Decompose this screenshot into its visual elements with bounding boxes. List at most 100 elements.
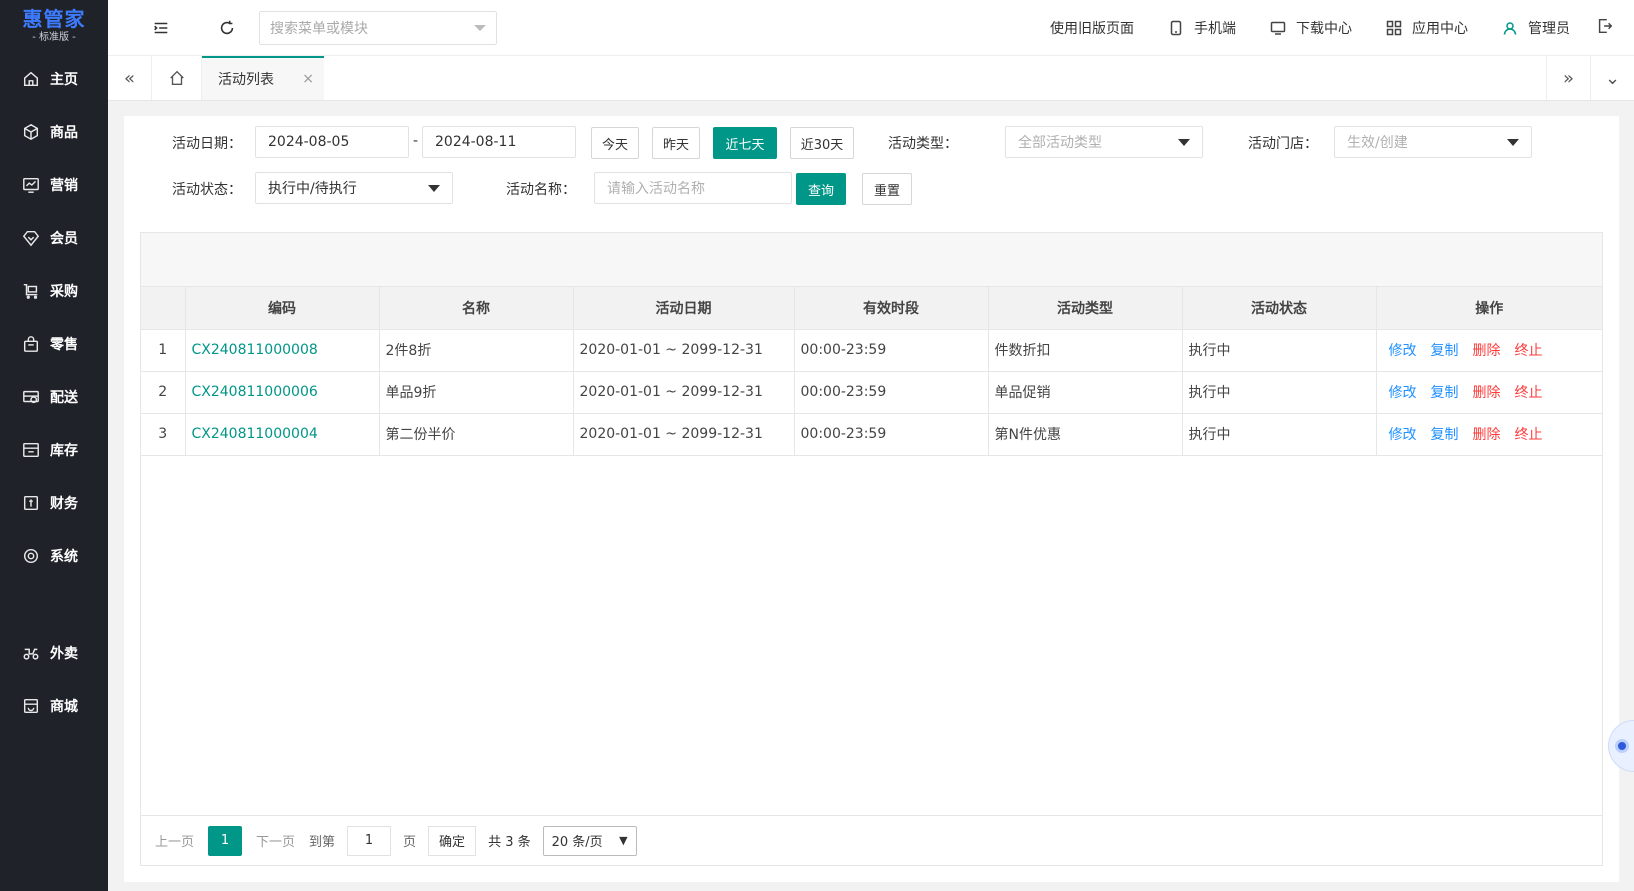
scooter-icon	[22, 644, 40, 662]
goto-confirm-button[interactable]: 确定	[428, 825, 477, 856]
header-actions: 使用旧版页面 手机端 下载中心 应用中心 管理员	[1050, 0, 1634, 56]
table-row: 1 CX240811000008 2件8折 2020-01-01 ~ 2099-…	[141, 329, 1602, 372]
reset-button[interactable]: 重置	[862, 173, 912, 205]
activity-date: 2020-01-01 ~ 2099-12-31	[573, 371, 795, 414]
today-button[interactable]: 今天	[591, 127, 639, 159]
activity-date: 2020-01-01 ~ 2099-12-31	[573, 413, 795, 456]
activity-type: 第N件优惠	[988, 413, 1183, 456]
download-center-link[interactable]: 下载中心	[1270, 18, 1352, 38]
current-page-button[interactable]: 1	[208, 825, 243, 856]
sidebar-item-marketing[interactable]: 营销	[0, 158, 108, 211]
activity-type-label: 活动类型：	[888, 136, 958, 152]
activity-code-link[interactable]: CX240811000004	[185, 413, 380, 456]
truck-icon	[22, 388, 40, 406]
activity-store-select[interactable]: 生效/创建	[1334, 126, 1532, 158]
terminate-button[interactable]: 终止	[1515, 343, 1543, 359]
column-header-period[interactable]: 有效时段	[794, 287, 989, 330]
sidebar-item-products[interactable]: 商品	[0, 105, 108, 158]
column-header-actions: 操作	[1376, 287, 1602, 330]
activity-status-select[interactable]: 执行中/待执行	[255, 172, 453, 204]
prev-page-button[interactable]: 上一页	[155, 831, 194, 850]
sidebar-item-system[interactable]: 系统	[0, 529, 108, 582]
menu-toggle-button[interactable]	[139, 0, 183, 56]
activity-status: 执行中	[1182, 371, 1377, 414]
goto-page-input[interactable]: 1	[347, 825, 392, 856]
delete-button[interactable]: 删除	[1473, 385, 1501, 401]
activity-name: 第二份半价	[379, 413, 574, 456]
query-button[interactable]: 查询	[796, 173, 846, 205]
chart-icon	[22, 176, 40, 194]
edit-button[interactable]: 修改	[1389, 343, 1417, 359]
sidebar-item-inventory[interactable]: 库存	[0, 423, 108, 476]
old-version-link[interactable]: 使用旧版页面	[1050, 18, 1134, 38]
activity-name-input[interactable]: 请输入活动名称	[594, 172, 792, 204]
sidebar-item-takeaway[interactable]: 外卖	[0, 626, 108, 679]
tabs-scroll-left-button[interactable]: «	[108, 56, 152, 100]
tab-activity-list[interactable]: 活动列表 ×	[202, 56, 324, 100]
edit-button[interactable]: 修改	[1389, 427, 1417, 443]
row-actions: 修改 复制 删除 终止	[1376, 329, 1602, 372]
sidebar-item-retail[interactable]: 零售	[0, 317, 108, 370]
activity-type-select[interactable]: 全部活动类型	[1005, 126, 1203, 158]
menu-search-select[interactable]: 搜索菜单或模块	[259, 10, 497, 45]
tabs-more-button[interactable]: ⌄	[1590, 56, 1634, 100]
tab-home[interactable]	[152, 56, 202, 100]
sidebar-item-label: 主页	[50, 71, 78, 88]
column-header-name[interactable]: 名称	[379, 287, 574, 330]
row-index: 1	[141, 329, 186, 372]
settings-icon	[22, 547, 40, 565]
column-header-status[interactable]: 活动状态	[1182, 287, 1377, 330]
chevron-down-icon	[1507, 138, 1519, 146]
goto-label: 到第	[309, 835, 336, 850]
app-center-link[interactable]: 应用中心	[1386, 18, 1468, 38]
terminate-button[interactable]: 终止	[1515, 385, 1543, 401]
user-avatar-icon	[1503, 21, 1517, 35]
activity-code-link[interactable]: CX240811000006	[185, 371, 380, 414]
delete-button[interactable]: 删除	[1473, 427, 1501, 443]
user-menu[interactable]: 管理员	[1502, 18, 1570, 38]
last-7-days-button[interactable]: 近七天	[713, 127, 777, 159]
menu-search-placeholder: 搜索菜单或模块	[270, 20, 368, 37]
copy-button[interactable]: 复制	[1431, 385, 1459, 401]
refresh-icon	[220, 20, 234, 34]
activity-period: 00:00-23:59	[794, 413, 989, 456]
finance-icon	[22, 494, 40, 512]
copy-button[interactable]: 复制	[1431, 343, 1459, 359]
sidebar-item-purchase[interactable]: 采购	[0, 264, 108, 317]
logo[interactable]: 惠管家 - 标准版 -	[0, 0, 108, 52]
last-30-days-button[interactable]: 近30天	[790, 127, 854, 159]
sidebar-item-finance[interactable]: 财务	[0, 476, 108, 529]
download-center-label: 下载中心	[1296, 20, 1352, 37]
mobile-link[interactable]: 手机端	[1168, 18, 1236, 38]
next-page-button[interactable]: 下一页	[256, 831, 295, 850]
yesterday-button[interactable]: 昨天	[652, 127, 700, 159]
tabs-scroll-right-button[interactable]: »	[1546, 56, 1590, 100]
sidebar-item-mall[interactable]: 商城	[0, 679, 108, 732]
activity-period: 00:00-23:59	[794, 329, 989, 372]
sidebar-item-delivery[interactable]: 配送	[0, 370, 108, 423]
logout-button[interactable]	[1596, 17, 1614, 39]
close-icon[interactable]: ×	[302, 71, 314, 87]
activity-code-link[interactable]: CX240811000008	[185, 329, 380, 372]
delete-button[interactable]: 删除	[1473, 343, 1501, 359]
date-start-input[interactable]: 2024-08-05	[255, 126, 409, 158]
sidebar-item-members[interactable]: 会员	[0, 211, 108, 264]
cart-icon	[22, 282, 40, 300]
sidebar-item-label: 外卖	[50, 645, 78, 662]
column-header-date[interactable]: 活动日期	[573, 287, 795, 330]
refresh-button[interactable]	[205, 0, 249, 56]
date-end-input[interactable]: 2024-08-11	[422, 126, 576, 158]
tab-label: 活动列表	[218, 72, 274, 88]
edit-button[interactable]: 修改	[1389, 385, 1417, 401]
copy-button[interactable]: 复制	[1431, 427, 1459, 443]
column-header-type[interactable]: 活动类型	[988, 287, 1183, 330]
terminate-button[interactable]: 终止	[1515, 427, 1543, 443]
sidebar-item-home[interactable]: 主页	[0, 52, 108, 105]
column-header-code[interactable]: 编码	[185, 287, 380, 330]
monitor-icon	[1270, 21, 1286, 35]
logout-icon	[1598, 18, 1613, 33]
page-size-select[interactable]: 20 条/页 ▼	[542, 825, 637, 856]
activity-store-placeholder: 生效/创建	[1347, 135, 1408, 151]
activity-name: 单品9折	[379, 371, 574, 414]
